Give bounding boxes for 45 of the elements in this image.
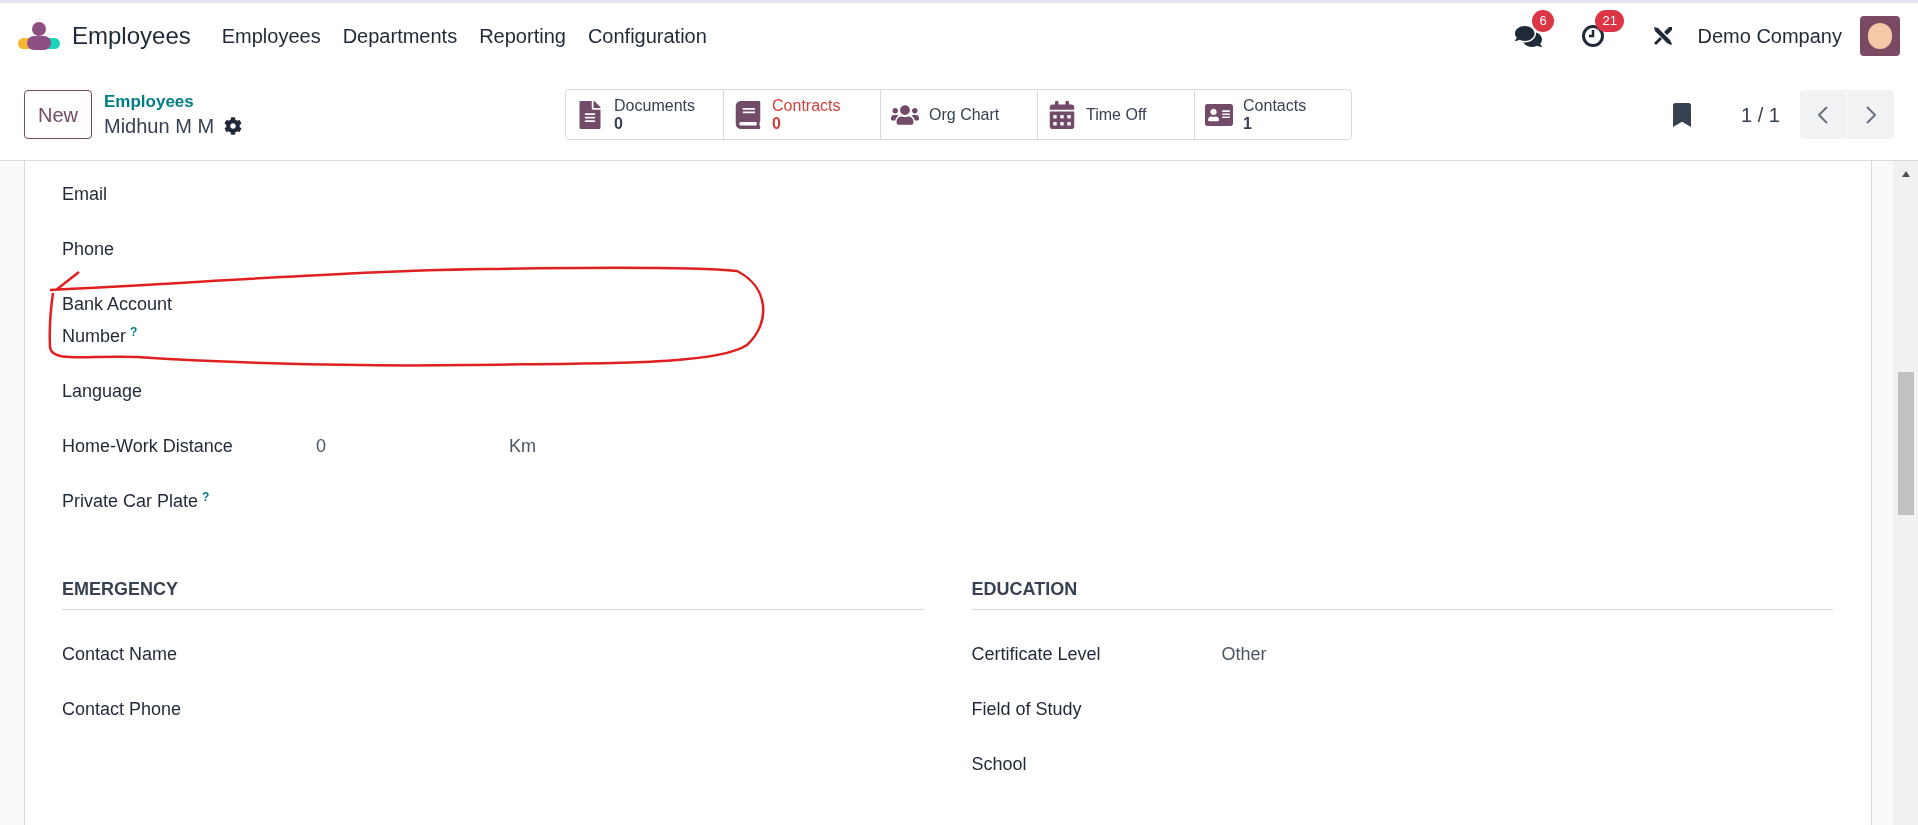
activity-badge: 21 — [1595, 10, 1624, 32]
menu-item[interactable]: Reporting — [468, 21, 577, 51]
field-label: Home-Work Distance — [62, 436, 233, 456]
unit-label: Km — [509, 435, 536, 458]
field-value: 0 — [316, 435, 326, 458]
field-label: Contact Phone — [62, 699, 182, 719]
smart-button[interactable]: Contacts 1 — [1194, 90, 1352, 139]
chevron-right-icon — [1865, 105, 1876, 124]
field-value: Other — [1221, 643, 1267, 666]
scrollbar[interactable] — [1893, 161, 1918, 825]
smart-button[interactable]: Contracts 0 — [723, 90, 881, 139]
new-button[interactable]: New — [24, 90, 92, 139]
section-heading: EMERGENCY — [62, 576, 924, 610]
field-label: Bank Account Number $^{?}$ — [62, 294, 173, 346]
app-title[interactable]: Employees — [72, 18, 191, 54]
field-label: Private Car Plate $^{?}$ — [62, 491, 210, 511]
field-label: School — [971, 754, 1027, 774]
gear-icon[interactable] — [224, 116, 243, 135]
breadcrumb-link[interactable]: Employees — [104, 90, 243, 113]
user-avatar[interactable] — [1860, 16, 1900, 56]
smart-button[interactable]: Time Off — [1037, 90, 1195, 139]
menu-item[interactable]: Configuration — [576, 21, 718, 51]
scroll-up-arrow-icon[interactable] — [1900, 170, 1911, 178]
field-label: Certificate Level — [971, 644, 1101, 664]
notification-badge: 6 — [1532, 10, 1554, 32]
company-name[interactable]: Demo Company — [1697, 21, 1842, 51]
calendar-icon — [1048, 100, 1077, 129]
field-label: Field of Study — [971, 699, 1082, 719]
field-label: Email — [62, 184, 107, 204]
menu-item[interactable]: Employees — [210, 21, 332, 51]
bookmark-icon[interactable] — [1673, 102, 1692, 127]
clock-icon[interactable] — [1581, 24, 1606, 48]
scrollbar-thumb[interactable] — [1897, 372, 1914, 515]
pager-value[interactable]: 1 / 1 — [1741, 99, 1780, 130]
section-heading: EDUCATION — [971, 576, 1833, 610]
smart-button[interactable]: Org Chart — [880, 90, 1038, 139]
app-logo-icon — [18, 21, 60, 51]
field-label: Language — [62, 381, 143, 401]
record-name: Midhun M M — [104, 113, 215, 139]
book-icon — [734, 100, 763, 129]
smart-button[interactable]: Documents 0 — [566, 90, 724, 139]
field-label: Contact Name — [62, 644, 178, 664]
chevron-left-icon — [1818, 105, 1828, 124]
field-label: Phone — [62, 239, 115, 259]
menu-item[interactable]: Departments — [331, 21, 469, 51]
